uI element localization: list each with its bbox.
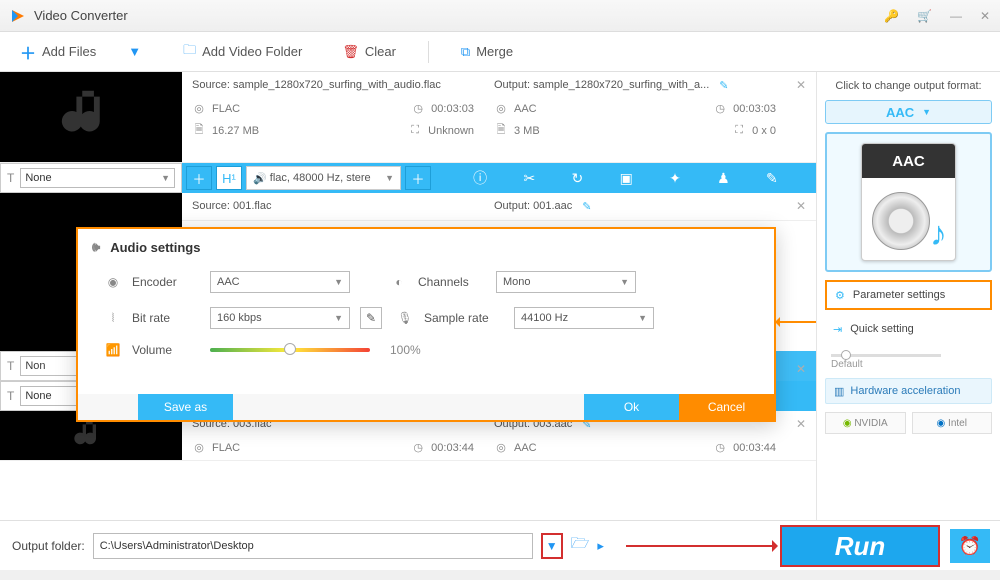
format-hint-label: Click to change output format: (825, 80, 992, 92)
output-format-panel: Click to change output format: AAC▼ AAC … (816, 72, 1000, 520)
format-preview[interactable]: AAC ♪ (825, 132, 992, 272)
quick-icon: ⇥ (833, 323, 842, 336)
parameter-settings-button[interactable]: ⚙ Parameter settings (825, 280, 992, 310)
volume-label: Volume (132, 343, 200, 357)
open-folder-icon[interactable]: 🗁 (571, 533, 590, 558)
app-logo-icon (10, 8, 26, 24)
clock-icon: ◷ (411, 102, 425, 115)
output-label: Output: sample_1280x720_surfing_with_a..… (494, 79, 709, 91)
codec-icon: ◎ (192, 102, 206, 115)
samplerate-icon: 🎙 (396, 311, 414, 325)
audio-settings-dialog: 🕪 Audio settings ◉ Encoder AAC▼ ◐ Channe… (76, 227, 776, 422)
intel-badge: ◉ Intel (912, 412, 993, 434)
add-video-folder-button[interactable]: 🗀Add Video Folder (175, 37, 310, 67)
channels-select[interactable]: Mono▼ (496, 271, 636, 293)
add-subtitle-button[interactable]: ＋ (186, 166, 212, 190)
output-folder-dropdown[interactable]: ▼ (541, 533, 563, 559)
play-output-icon[interactable]: ▸ (597, 538, 604, 554)
chip-icon: ▥ (834, 385, 844, 398)
add-audio-button[interactable]: ＋ (405, 166, 431, 190)
file-list-pane: Source: sample_1280x720_surfing_with_aud… (0, 72, 816, 520)
ok-button[interactable]: Ok (584, 394, 679, 420)
main-toolbar: ＋Add Files ▼ 🗀Add Video Folder 🗑Clear ⧉M… (0, 32, 1000, 72)
title-bar: Video Converter 🔑 🛒 ― ✕ (0, 0, 1000, 32)
list-item: Source: 001.flac Output: 001.aac ✎ ✕ (0, 193, 816, 221)
remove-item-button[interactable]: ✕ (786, 72, 816, 162)
clear-button[interactable]: 🗑Clear (334, 40, 404, 64)
output-format-select[interactable]: AAC▼ (825, 100, 992, 124)
minimize-button[interactable]: ― (950, 9, 962, 23)
item-control-bar: T None▼ ＋ H¹ 🔊 flac, 48000 Hz, stere▼ ＋ … (0, 163, 816, 193)
res-icon: ⛶ (732, 124, 746, 137)
source-label: Source: sample_1280x720_surfing_with_aud… (192, 79, 441, 91)
bottom-bar: Output folder: C:\Users\Administrator\De… (0, 520, 1000, 570)
sliders-icon: ⚙ (835, 289, 845, 302)
merge-button[interactable]: ⧉Merge (453, 40, 521, 64)
bitrate-select[interactable]: 160 kbps▼ (210, 307, 350, 329)
hardware-acceleration-button[interactable]: ▥ Hardware acceleration (825, 378, 992, 404)
cut-icon[interactable]: ✂ (523, 170, 535, 187)
codec-icon: ◎ (494, 102, 508, 115)
add-files-button[interactable]: ＋Add Files (12, 36, 104, 68)
samplerate-label: Sample rate (424, 311, 504, 325)
quick-quality-slider[interactable] (831, 354, 941, 357)
key-icon[interactable]: 🔑 (884, 9, 899, 23)
annotation-arrow (626, 545, 776, 547)
channels-label: Channels (418, 275, 486, 289)
speaker-icon: 🕪 (92, 239, 100, 255)
bitrate-edit-button[interactable]: ✎ (360, 307, 382, 329)
annotation-arrow (776, 321, 816, 323)
dialog-title: Audio settings (110, 240, 200, 255)
watermark-icon[interactable]: ♟ (717, 170, 730, 187)
bitrate-label: Bit rate (132, 311, 200, 325)
nvidia-badge: ◉ NVIDIA (825, 412, 906, 434)
output-folder-label: Output folder: (12, 539, 85, 553)
encoder-icon: ◉ (104, 275, 122, 289)
samplerate-select[interactable]: 44100 Hz▼ (514, 307, 654, 329)
volume-icon: 📶 (104, 343, 122, 357)
edit-output-icon[interactable]: ✎ (582, 200, 591, 213)
source-label: Source: 001.flac (192, 200, 272, 212)
output-folder-input[interactable]: C:\Users\Administrator\Desktop (93, 533, 533, 559)
remove-item-button[interactable]: ✕ (786, 411, 816, 460)
remove-item-button[interactable]: ✕ (786, 356, 816, 376)
quick-setting-button[interactable]: ⇥ Quick setting (825, 318, 992, 340)
size-icon: 🗎 (192, 121, 206, 140)
app-title: Video Converter (34, 8, 884, 23)
save-as-button[interactable]: Save as (138, 394, 233, 420)
bitrate-icon: ⦚ (104, 311, 122, 326)
subtitle-icon[interactable]: ✎ (766, 170, 778, 187)
clock-icon: ◷ (713, 102, 727, 115)
effects-icon[interactable]: ✦ (669, 170, 681, 187)
output-label: Output: 001.aac (494, 200, 572, 212)
cancel-button[interactable]: Cancel (679, 394, 774, 420)
edit-output-icon[interactable]: ✎ (719, 79, 728, 92)
thumbnail (0, 72, 182, 162)
encoder-label: Encoder (132, 275, 200, 289)
volume-slider[interactable] (210, 348, 370, 352)
cart-icon[interactable]: 🛒 (917, 9, 932, 23)
size-icon: 🗎 (494, 121, 508, 140)
res-icon: ⛶ (408, 124, 422, 137)
quality-default-label: Default (831, 359, 992, 370)
audio-format-select[interactable]: 🔊 flac, 48000 Hz, stere▼ (246, 166, 401, 190)
list-item: Source: sample_1280x720_surfing_with_aud… (0, 72, 816, 163)
subtitle-select[interactable]: None▼ (20, 168, 175, 188)
schedule-button[interactable]: ⏰ (950, 529, 990, 563)
hd-button[interactable]: H¹ (216, 166, 242, 190)
info-icon[interactable]: ⓘ (473, 168, 487, 188)
remove-item-button[interactable]: ✕ (786, 193, 816, 220)
close-button[interactable]: ✕ (980, 9, 990, 23)
rotate-icon[interactable]: ↻ (572, 170, 584, 187)
encoder-select[interactable]: AAC▼ (210, 271, 350, 293)
volume-value: 100% (390, 343, 421, 357)
crop-icon[interactable]: ▣ (620, 170, 633, 187)
add-files-dropdown[interactable]: ▼ (128, 44, 141, 59)
run-button[interactable]: Run (780, 525, 940, 567)
channels-icon: ◐ (390, 275, 408, 289)
